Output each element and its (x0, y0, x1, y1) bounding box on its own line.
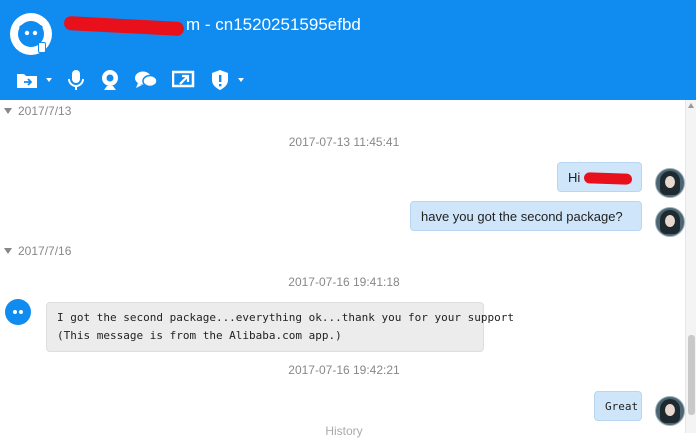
scroll-up-arrow-icon[interactable] (688, 103, 694, 108)
user-avatar[interactable] (655, 168, 685, 198)
group-chat-button[interactable] (134, 68, 158, 92)
message-text: I got the second package...everything ok… (57, 311, 514, 324)
outgoing-message: Great (594, 391, 642, 421)
date-label: 2017/7/13 (18, 104, 72, 118)
voice-call-button[interactable] (66, 68, 86, 92)
message-timestamp: 2017-07-16 19:41:18 (288, 275, 400, 289)
message-timestamp: 2017-07-16 19:42:21 (288, 363, 400, 377)
date-group-toggle[interactable]: 2017/7/16 (4, 244, 71, 258)
shield-icon (212, 70, 228, 90)
contact-avatar[interactable] (5, 299, 31, 325)
chat-header: m - cn1520251595efbd (0, 0, 696, 100)
scrollbar-thumb[interactable] (688, 335, 695, 415)
screen-share-icon (172, 70, 195, 88)
redacted-name (63, 15, 185, 36)
window-title: m - cn1520251595efbd (63, 14, 361, 36)
outgoing-message: Hi (557, 162, 642, 192)
redacted-name (583, 172, 633, 185)
video-call-button[interactable] (100, 68, 120, 92)
incoming-message: I got the second package...everything ok… (46, 302, 514, 352)
chevron-down-icon (46, 78, 52, 82)
message-text: have you got the second package? (421, 209, 623, 224)
screen-share-button[interactable] (172, 68, 196, 92)
message-text: (This message is from the Alibaba.com ap… (57, 329, 342, 342)
toolbar (16, 67, 258, 93)
chevron-down-icon (238, 78, 244, 82)
message-text: Great (605, 400, 639, 413)
collapse-triangle-icon (4, 108, 12, 114)
date-group-toggle[interactable]: 2017/7/13 (4, 104, 71, 118)
contact-avatar[interactable] (10, 13, 52, 55)
outgoing-message: have you got the second package? (410, 201, 642, 231)
user-avatar[interactable] (655, 396, 685, 426)
collapse-triangle-icon (4, 248, 12, 254)
folder-menu-button[interactable] (16, 68, 52, 92)
message-list[interactable] (0, 100, 696, 433)
message-timestamp: 2017-07-13 11:45:41 (288, 135, 400, 149)
chat-bubbles-icon (135, 71, 158, 88)
folder-icon (17, 74, 37, 88)
message-text: Hi (568, 170, 584, 185)
user-avatar[interactable] (655, 207, 685, 237)
bot-face-icon (13, 310, 23, 314)
microphone-icon (68, 70, 84, 90)
date-label: 2017/7/16 (18, 244, 72, 258)
webcam-icon (102, 70, 118, 90)
history-link[interactable]: History (0, 424, 688, 438)
security-menu-button[interactable] (210, 68, 244, 92)
mobile-badge-icon (38, 42, 46, 53)
